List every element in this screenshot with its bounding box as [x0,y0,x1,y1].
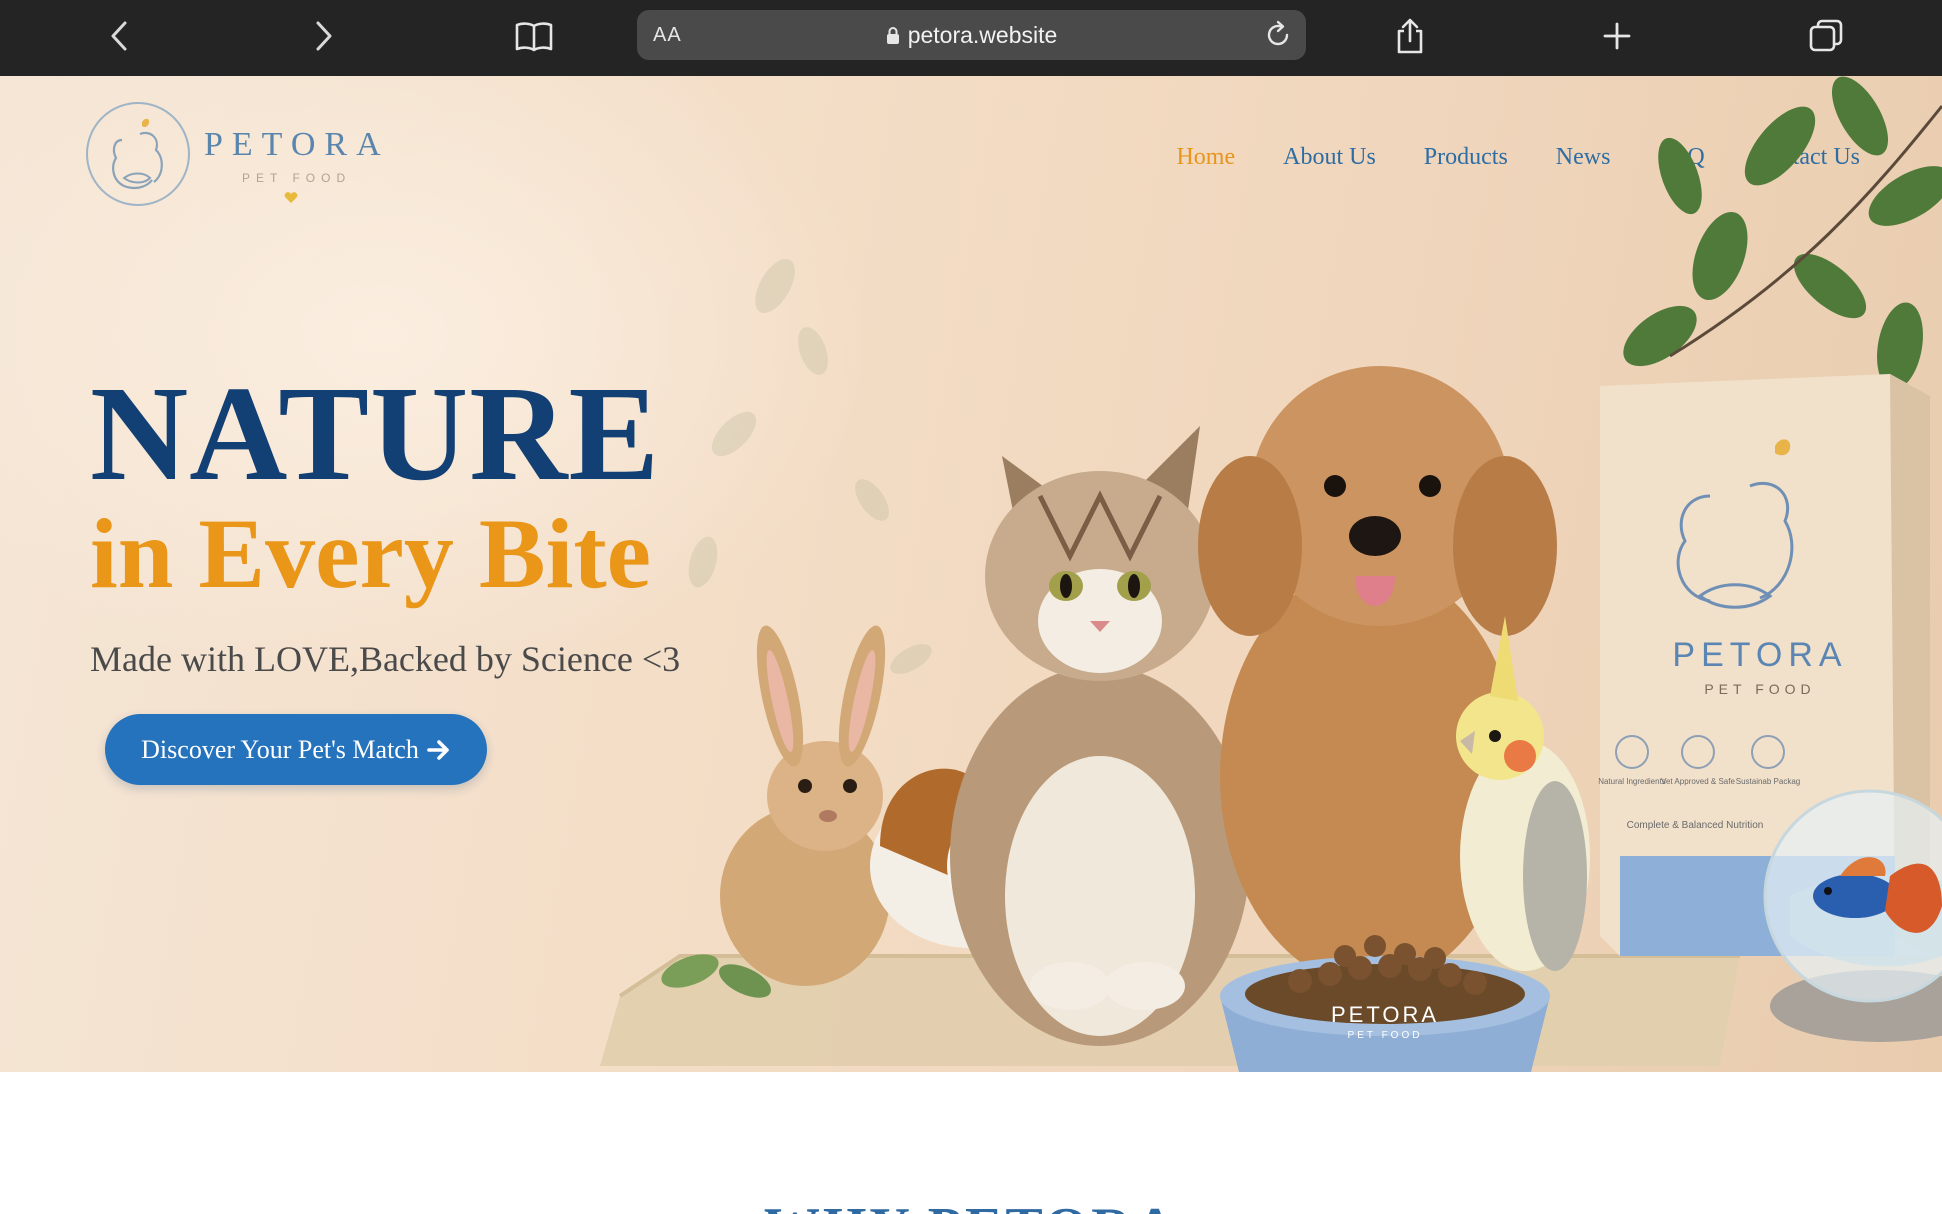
forward-arrow-icon [316,21,332,51]
reload-icon [1267,20,1289,46]
logo-subtitle: PET FOOD [242,171,352,185]
lock-icon [886,27,899,44]
bookmarks-book-icon [515,22,553,52]
heart-icon [284,192,298,203]
fishbowl [1763,789,1942,1042]
forward-button[interactable] [300,14,348,58]
tabs-overview-icon [1809,19,1843,52]
new-tab-button[interactable] [1593,14,1641,58]
url-text: petora.website [907,22,1058,48]
share-icon [1397,18,1423,54]
cta-label: Discover Your Pet's Match [141,734,419,764]
bag-brand: PETORA [1672,636,1847,674]
bowl-brand: PETORA [1331,1002,1439,1027]
bookmarks-button[interactable] [510,14,558,58]
address-bar[interactable]: AA petora.website [637,10,1306,60]
bowl-subtitle: PET FOOD [1348,1030,1423,1041]
reload-button[interactable] [1262,19,1294,56]
site-logo[interactable]: PETORA PET FOOD [84,100,404,210]
share-button[interactable] [1386,14,1434,58]
back-arrow-icon [111,21,127,51]
hero-headline-every-bite: in Every Bite [90,498,652,609]
bag-subtitle: PET FOOD [1704,681,1815,697]
bag-feature: Natural Ingredients [1598,777,1666,786]
plant-leaves [1623,76,1942,390]
browser-toolbar: AA petora.website [0,0,1942,76]
new-tab-plus-icon [1603,22,1631,50]
tabs-overview-button[interactable] [1802,14,1850,58]
why-petora-section: WHY PETORA [0,1072,1942,1214]
hero-tagline: Made with LOVE,Backed by Science <3 [90,639,681,679]
bag-feature: Sustainab Packag [1736,777,1801,786]
rabbit [720,625,890,986]
petora-pets-logo-icon [86,102,190,206]
back-button[interactable] [95,14,143,58]
bag-feature: Vet Approved & Safe [1661,777,1735,786]
hero-headline-nature: NATURE [90,359,661,509]
bag-footer: Complete & Balanced Nutrition [1627,820,1764,831]
hero-pets-illustration: PETORA PET FOOD PETORA PET FOOD Natural … [600,76,1942,1072]
arrow-right-icon [427,739,449,760]
logo-wordmark: PETORA [204,126,390,163]
discover-pet-match-button[interactable]: Discover Your Pet's Match [105,714,487,785]
section-title: WHY PETORA [0,1196,1942,1214]
hero-section: PETORA PET FOOD Home About Us Products N… [0,76,1942,1072]
